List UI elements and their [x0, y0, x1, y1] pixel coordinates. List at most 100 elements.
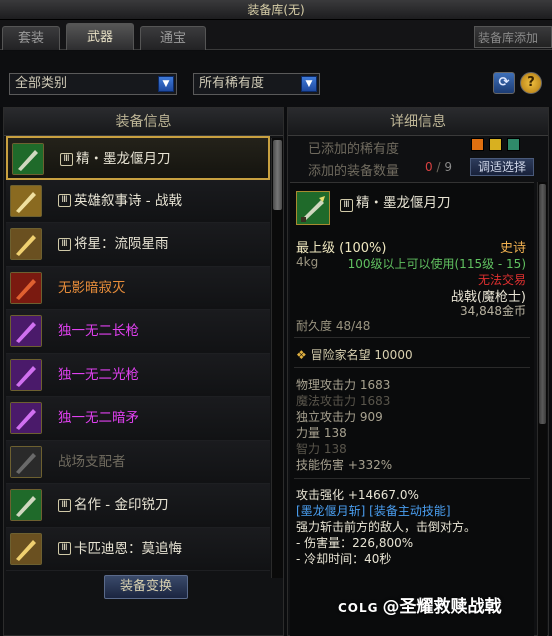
spear-icon	[10, 532, 42, 565]
rarity-swatch-epic[interactable]	[471, 138, 484, 151]
item-tooltip: Ⅲ 精・墨龙偃月刀 最上级 (100%) 史诗 4kg 100级以上可以使用(11…	[290, 182, 534, 636]
equipment-list-item[interactable]: 独一无二长枪	[6, 310, 270, 354]
category-select[interactable]: 全部类别 ▼	[9, 73, 177, 95]
detail-scroll-thumb[interactable]	[539, 184, 546, 424]
equipment-list-item[interactable]: Ⅲ 精・墨龙偃月刀	[6, 136, 270, 180]
chevron-down-icon[interactable]: ▼	[301, 76, 317, 92]
equipment-name: Ⅲ 将星：流陨星雨	[58, 223, 169, 265]
item-stat: 魔法攻击力 1683	[296, 394, 391, 408]
equipment-name-text: 独一无二光枪	[58, 366, 139, 383]
equipment-list-item[interactable]: 战场支配者	[6, 440, 270, 484]
equipment-name-text: 独一无二长枪	[58, 323, 139, 339]
equipment-list-item[interactable]: 独一无二光枪	[6, 353, 270, 397]
blade-icon	[10, 271, 42, 304]
rarity-select[interactable]: 所有稀有度 ▼	[193, 73, 320, 95]
equipment-list-panel: 装备信息 Ⅲ 精・墨龙偃月刀 Ⅲ 英雄叙事诗 - 战戟 Ⅲ 将星：流陨星雨 无影暗寂灭 独一无…	[3, 107, 284, 636]
item-stat: 智力 138	[296, 442, 347, 456]
sword-icon	[10, 489, 42, 521]
rarity-swatch-legendary[interactable]	[489, 138, 502, 151]
equipment-name: 战场支配者	[58, 441, 126, 483]
added-count-total: 9	[444, 160, 452, 174]
added-rarity-label: 已添加的稀有度	[308, 142, 400, 157]
item-name-text: 精・墨龙偃月刀	[356, 195, 451, 211]
tier-badge: Ⅲ	[58, 194, 71, 207]
exchange-equipment-button[interactable]: 装备变换	[104, 575, 188, 599]
tab-coin[interactable]: 通宝	[140, 26, 206, 50]
item-enhance: 攻击强化 +14667.0%	[296, 488, 419, 502]
equipment-name-text: 战场支配者	[58, 453, 126, 470]
axe-icon	[10, 445, 42, 478]
lance-icon	[10, 358, 42, 391]
skill-title: [墨龙偃月斩] [装备主动技能]	[296, 504, 451, 518]
item-stat: 技能伤害 +332%	[296, 458, 393, 472]
equipment-list-item[interactable]: Ⅲ 将星：流陨星雨	[6, 223, 270, 267]
rarity-swatch-unique[interactable]	[507, 138, 520, 151]
lance-icon	[10, 402, 42, 434]
equipment-name-text: 英雄叙事诗 - 战戟	[74, 192, 182, 209]
item-fame-text: 冒险家名望 10000	[310, 348, 413, 362]
tier-badge: Ⅲ	[340, 199, 353, 212]
lance-icon	[10, 315, 42, 347]
tier-badge: Ⅲ	[58, 237, 71, 251]
equipment-name-text: 无影暗寂灭	[58, 279, 126, 296]
refresh-icon[interactable]: ⟳	[493, 72, 515, 94]
watermark: COLG @圣耀救赎战戟	[338, 592, 502, 617]
equipment-name: Ⅲ 名作 - 金印锐刀	[58, 484, 168, 526]
equipment-list-item[interactable]: Ⅲ 名作 - 金印锐刀	[6, 484, 270, 528]
fame-icon: ❖	[296, 348, 307, 362]
tier-badge: Ⅲ	[60, 152, 73, 166]
item-stat: 力量 138	[296, 426, 347, 440]
equipment-list: Ⅲ 精・墨龙偃月刀 Ⅲ 英雄叙事诗 - 战戟 Ⅲ 将星：流陨星雨 无影暗寂灭 独一无二长枪 独一…	[4, 136, 270, 571]
skill-cooldown: - 冷却时间：40秒	[296, 552, 392, 566]
equipment-list-header: 装备信息	[4, 108, 283, 136]
detail-header: 详细信息	[288, 108, 548, 136]
list-scrollbar[interactable]	[271, 138, 283, 578]
help-icon[interactable]: ?	[520, 72, 542, 94]
spear-icon	[10, 228, 42, 260]
divider	[294, 478, 530, 479]
detail-scrollbar[interactable]	[537, 182, 547, 636]
tier-badge: Ⅲ	[58, 498, 71, 512]
equipment-name: 无影暗寂灭	[58, 267, 126, 309]
item-stat: 物理攻击力 1683	[296, 378, 391, 392]
equipment-name: 独一无二光枪	[58, 354, 139, 396]
divider	[294, 367, 530, 368]
category-value: 全部类别	[15, 76, 68, 91]
weapon-icon	[296, 191, 330, 225]
watermark-text: @圣耀救赎战戟	[382, 597, 502, 617]
filter-bar: 全部类别 ▼ 所有稀有度 ▼ ⟳ ?	[0, 51, 552, 107]
added-count-separator: /	[436, 160, 441, 174]
equipment-name-text: 将星：流陨星雨	[74, 236, 169, 252]
list-scroll-thumb[interactable]	[273, 140, 282, 210]
equipment-list-item[interactable]: 独一无二暗矛	[6, 397, 270, 441]
equipment-list-item[interactable]: 无影暗寂灭	[6, 266, 270, 310]
equipment-list-item[interactable]: Ⅲ 卡匹迪恩：莫追悔	[6, 527, 270, 571]
adjust-select-button[interactable]: 调适选择	[470, 158, 534, 176]
item-name: Ⅲ 精・墨龙偃月刀	[338, 191, 451, 212]
item-weight: 4kg	[296, 255, 319, 269]
tab-weapon[interactable]: 武器	[66, 23, 134, 50]
item-price: 34,848金币	[460, 304, 526, 318]
item-fame: ❖ 冒险家名望 10000	[296, 346, 413, 363]
added-count-value: 0	[425, 160, 433, 174]
equipment-name-text: 精・墨龙偃月刀	[76, 151, 171, 167]
window-title: 装备库(无)	[0, 0, 552, 20]
item-rarity: 史诗	[499, 241, 526, 256]
equipment-list-item[interactable]: Ⅲ 英雄叙事诗 - 战戟	[6, 179, 270, 223]
item-durability: 耐久度 48/48	[296, 319, 371, 333]
chevron-down-icon[interactable]: ▼	[158, 76, 174, 92]
halberd-icon	[10, 184, 42, 217]
tab-bar: 套装 武器 通宝 装备库添加	[0, 20, 552, 50]
equipment-name: Ⅲ 卡匹迪恩：莫追悔	[58, 528, 182, 570]
equipment-name-text: 名作 - 金印锐刀	[74, 497, 169, 513]
tab-set[interactable]: 套装	[2, 26, 60, 50]
skill-damage: - 伤害量：226,800%	[296, 536, 414, 550]
detail-panel: 详细信息 已添加的稀有度 添加的装备数量 0 / 9 调适选择 Ⅲ 精・墨龙偃月刀…	[287, 107, 549, 636]
skill-description: 强力斩击前方的敌人，击倒对方。	[296, 520, 477, 534]
added-count: 0 / 9	[425, 160, 452, 174]
item-stat: 独立攻击力 909	[296, 410, 383, 424]
equipment-name-text: 卡匹迪恩：莫追悔	[74, 540, 182, 557]
equipment-name-text: 独一无二暗矛	[58, 410, 139, 426]
item-level-req: 100级以上可以使用(115级 - 15)	[347, 257, 526, 271]
tab-add-to-library[interactable]: 装备库添加	[474, 26, 552, 48]
